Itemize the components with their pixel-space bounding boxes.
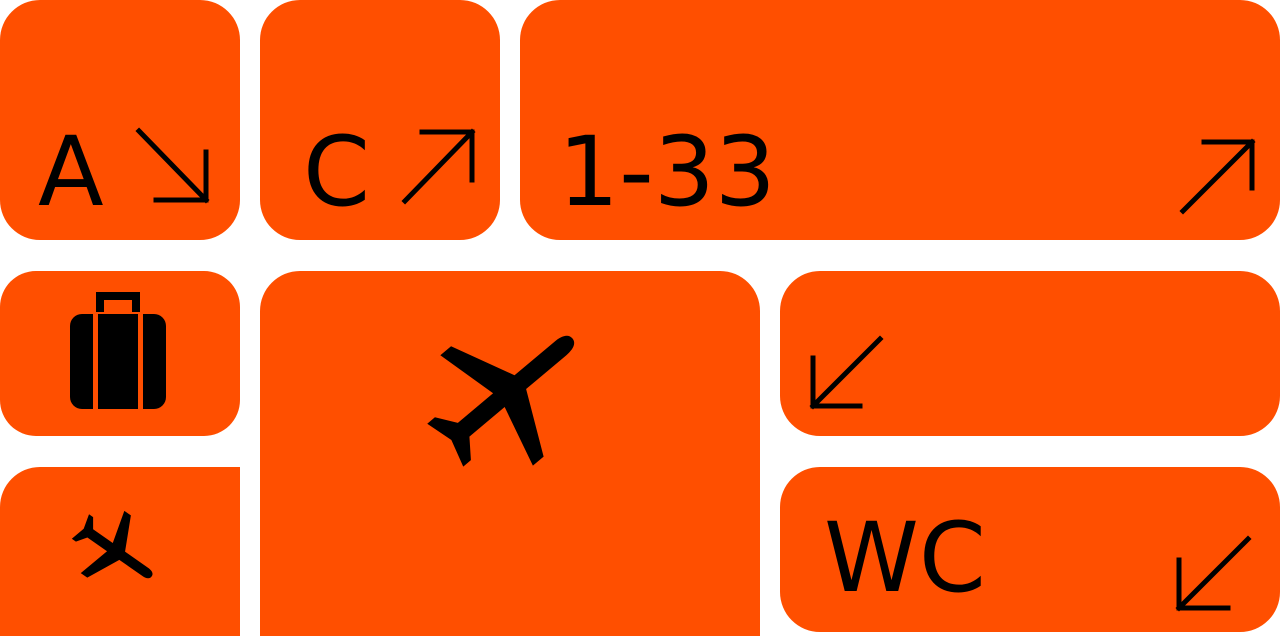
baggage-icon xyxy=(70,292,166,409)
airplane-icon xyxy=(427,335,575,467)
arrow-up-right-icon xyxy=(1179,138,1256,215)
terminal-a-label: A xyxy=(38,116,104,228)
terminal-c-sign xyxy=(260,0,500,240)
gates-label: 1-33 xyxy=(558,116,776,228)
arrow-down-left-icon xyxy=(809,335,884,410)
arrow-down-right-icon xyxy=(135,127,210,204)
restroom-label: WC xyxy=(824,502,986,614)
arrow-down-left-icon xyxy=(1175,535,1252,612)
terminal-a-sign xyxy=(0,0,240,240)
arrow-up-right-icon xyxy=(401,128,476,205)
terminal-c-label: C xyxy=(303,116,371,228)
airplane-landing-icon xyxy=(71,510,153,579)
